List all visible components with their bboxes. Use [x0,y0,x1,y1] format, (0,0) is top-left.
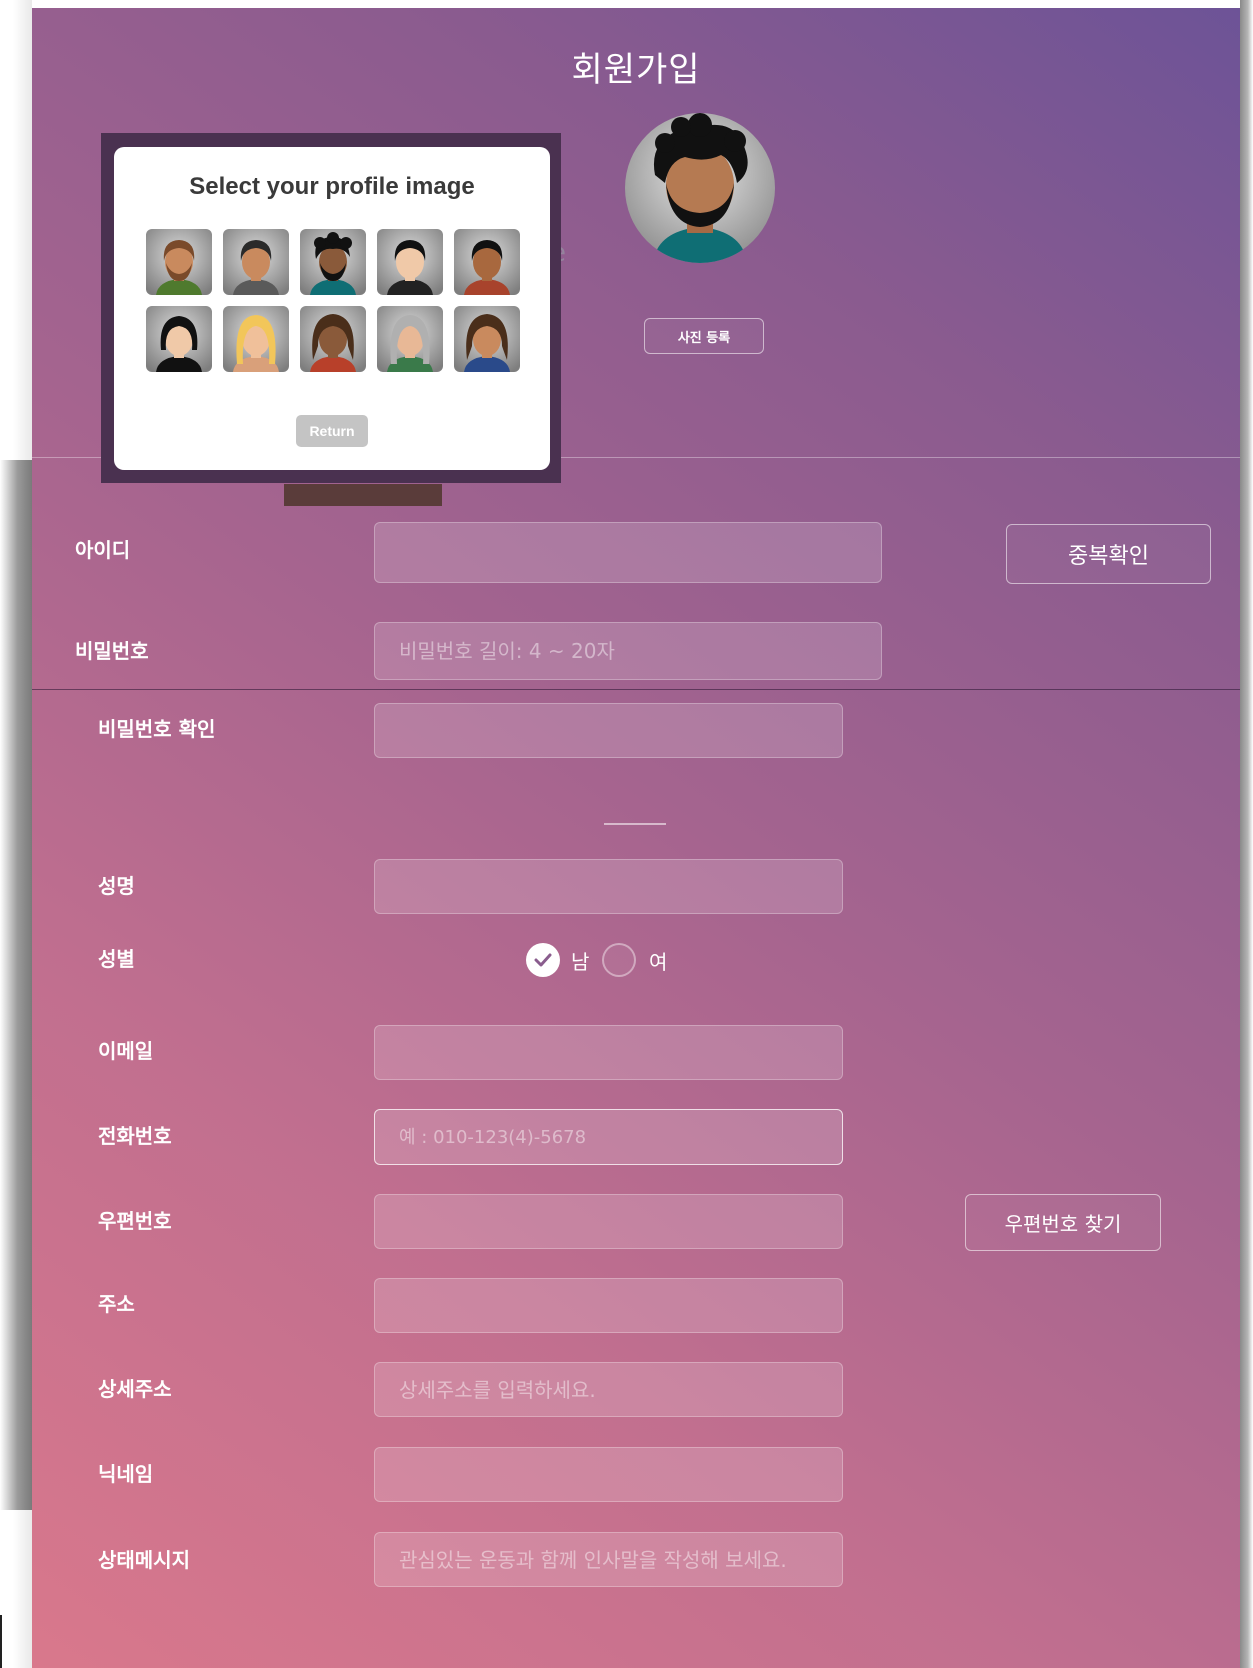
gender-female-radio[interactable] [602,943,636,977]
phone-label: 전화번호 [98,1124,172,1148]
avatar-option-1[interactable] [146,229,212,295]
section-divider [32,689,1240,690]
password-confirm-input[interactable] [397,717,820,744]
gender-male-radio[interactable] [526,943,560,977]
email-field[interactable] [374,1025,843,1080]
gender-label: 성별 [98,947,135,971]
password-confirm-label: 비밀번호 확인 [98,717,216,741]
edge-marker [0,1615,2,1668]
password-label: 비밀번호 [75,639,149,663]
status-message-label: 상태메시지 [98,1548,190,1572]
address-detail-label: 상세주소 [98,1377,172,1401]
status-message-field[interactable] [374,1532,843,1587]
id-field[interactable] [374,522,882,583]
avatar-icon [300,306,366,372]
avatar-option-10[interactable] [454,306,520,372]
name-field[interactable] [374,859,843,914]
page-title: 회원가입 [571,50,701,90]
avatar-icon [146,306,212,372]
ghost-element [284,484,442,506]
postcode-label: 우편번호 [98,1209,172,1233]
avatar-grid [146,229,520,372]
avatar-icon [377,229,443,295]
address-label: 주소 [98,1292,135,1316]
email-input[interactable] [397,1039,820,1066]
name-input[interactable] [397,873,820,900]
return-button[interactable]: Return [296,415,368,447]
avatar-option-3[interactable] [300,229,366,295]
modal-title: Select your profile image [189,173,475,200]
check-icon [534,953,552,967]
window-edge-left [0,0,32,1668]
phone-field[interactable] [374,1109,843,1165]
password-confirm-field[interactable] [374,703,843,758]
postcode-input[interactable] [397,1208,820,1235]
find-postcode-button[interactable]: 우편번호 찾기 [965,1194,1161,1251]
avatar-option-5[interactable] [454,229,520,295]
nickname-field[interactable] [374,1447,843,1502]
password-field[interactable] [374,622,882,680]
status-message-input[interactable] [397,1546,820,1573]
avatar-icon [454,229,520,295]
avatar-icon [146,229,212,295]
avatar-icon [454,306,520,372]
address-field[interactable] [374,1278,843,1333]
avatar-option-7[interactable] [223,306,289,372]
window-edge-right [1240,0,1253,1668]
gender-male-label: 남 [571,950,590,974]
avatar-icon [300,229,366,295]
avatar-option-9[interactable] [377,306,443,372]
avatar-icon [377,306,443,372]
phone-input[interactable] [397,1125,820,1149]
name-label: 성명 [98,874,135,898]
avatar-option-2[interactable] [223,229,289,295]
nickname-input[interactable] [397,1461,820,1488]
avatar-option-4[interactable] [377,229,443,295]
avatar-icon [223,229,289,295]
address-detail-field[interactable] [374,1362,843,1417]
id-label: 아이디 [75,538,131,562]
photo-register-button[interactable]: 사진 등록 [644,318,764,354]
id-input[interactable] [397,539,859,566]
avatar-icon [223,306,289,372]
avatar-option-8[interactable] [300,306,366,372]
nickname-label: 닉네임 [98,1462,154,1486]
gender-female-label: 여 [649,950,668,974]
avatar-icon [625,113,775,263]
address-input[interactable] [397,1292,820,1319]
signup-page: 회원가입 사진 등록 lo e 아이디 중복확인 비밀번호 [32,8,1240,1668]
email-label: 이메일 [98,1039,154,1063]
password-input[interactable] [397,638,859,664]
postcode-field[interactable] [374,1194,843,1249]
address-detail-input[interactable] [397,1376,820,1403]
avatar-option-6[interactable] [146,306,212,372]
profile-image-modal: Select your profile image Return [114,147,550,470]
duplicate-check-button[interactable]: 중복확인 [1006,524,1211,584]
divider-line [604,823,666,825]
profile-avatar[interactable] [625,113,775,263]
